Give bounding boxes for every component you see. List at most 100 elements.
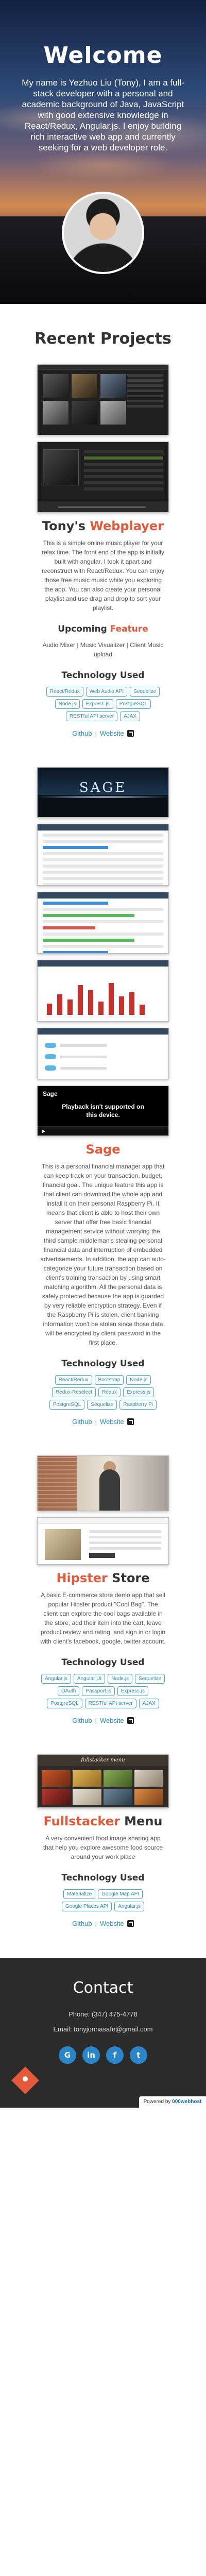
tech-tag: Sequelize bbox=[135, 1674, 165, 1684]
project-title: Hipster Store bbox=[56, 1571, 150, 1585]
tech-tags: Angular.js Angular UI Node.js Sequelize … bbox=[37, 1674, 169, 1708]
technology-title: Technology Used bbox=[61, 1359, 145, 1369]
tech-tag: Redux bbox=[98, 1387, 121, 1397]
github-link[interactable]: Github bbox=[72, 1717, 92, 1724]
tech-tag: AJAX bbox=[120, 711, 141, 721]
sage-screenshot-trends bbox=[37, 960, 169, 1022]
github-link[interactable]: Github bbox=[72, 1418, 92, 1426]
fullstacker-screenshot: fullstacker menu bbox=[37, 1754, 169, 1808]
tech-tag: Node.js bbox=[55, 699, 80, 709]
contact-email[interactable]: Email: tonyjonnasafe@gmail.com bbox=[0, 2025, 206, 2033]
link-separator: | bbox=[95, 730, 97, 737]
project-links: Github | Website bbox=[37, 1717, 169, 1724]
facebook-icon[interactable]: f bbox=[106, 2046, 124, 2064]
external-link-icon[interactable] bbox=[127, 1920, 134, 1927]
hipster-screenshot-hero bbox=[37, 1455, 169, 1511]
tech-tag: Express.js bbox=[82, 699, 113, 709]
git-logo-icon bbox=[11, 2066, 39, 2094]
tech-tags: React/Redux Web Audio API Sequelize Node… bbox=[37, 687, 169, 721]
contact-phone: Phone: (347) 475-4778 bbox=[68, 2010, 138, 2018]
tech-tags: Materialize Google Map API Google Places… bbox=[37, 1889, 169, 1911]
website-link[interactable]: Website bbox=[100, 730, 124, 737]
tech-tag: React/Redux bbox=[55, 1375, 92, 1385]
github-link[interactable]: Github bbox=[72, 730, 92, 737]
upcoming-feature-text: Audio Mixer | Music Visualizer | Client … bbox=[42, 641, 164, 658]
project-description: This is a personal financial manager app… bbox=[40, 1163, 166, 1346]
project-description: This is a simple online music player for… bbox=[41, 539, 165, 612]
hero-title: Welcome bbox=[43, 42, 163, 69]
website-link[interactable]: Website bbox=[100, 1920, 124, 1927]
project-links: Github | Website bbox=[37, 730, 169, 737]
project-webplayer: Tony's Webplayer This is a simple online… bbox=[0, 364, 206, 737]
tech-tag: Redux-Reselect bbox=[52, 1387, 96, 1397]
contact-footer: Contact Phone: (347) 475-4778 Email: ton… bbox=[0, 1958, 206, 2108]
hero-banner: Welcome My name is Yezhuo Liu (Tony), I … bbox=[0, 0, 206, 304]
project-hipster-store: Hipster Store A basic E-commerce store d… bbox=[0, 1455, 206, 1724]
project-title: Tony's Webplayer bbox=[42, 519, 164, 533]
tech-tag: Sequelize bbox=[130, 687, 160, 697]
link-separator: | bbox=[95, 1717, 97, 1724]
tech-tag: Express.js bbox=[123, 1387, 154, 1397]
external-link-icon[interactable] bbox=[127, 730, 134, 737]
tech-tag: PostgreSQL bbox=[47, 1699, 82, 1708]
external-link-icon[interactable] bbox=[127, 1418, 134, 1425]
video-unsupported-message: Playback isn't supported on this device. bbox=[62, 1103, 144, 1118]
github-icon[interactable]: G bbox=[59, 2046, 76, 2064]
tech-tag: React/Redux bbox=[46, 687, 83, 697]
tech-tags: React/Redux Bootstrap Node.js Redux-Rese… bbox=[37, 1375, 169, 1410]
sage-screenshot-budget bbox=[37, 892, 169, 954]
linkedin-icon[interactable]: in bbox=[82, 2046, 100, 2064]
tech-tag: PostgreSQL bbox=[115, 699, 151, 709]
tech-tag: Angular.js bbox=[114, 1902, 145, 1911]
link-separator: | bbox=[95, 1920, 97, 1927]
tech-tag: Angular.js bbox=[41, 1674, 71, 1684]
project-fullstacker-menu: fullstacker menu Fullstacker Menu A very… bbox=[0, 1754, 206, 1927]
project-description: A basic E-commerce store demo app that s… bbox=[40, 1591, 166, 1645]
project-title: Sage bbox=[85, 1142, 121, 1157]
tech-tag: Google Map API bbox=[98, 1889, 143, 1899]
sage-video-player[interactable]: Sage Playback isn't supported on this de… bbox=[37, 1086, 169, 1136]
github-link[interactable]: Github bbox=[72, 1920, 92, 1927]
avatar bbox=[62, 192, 144, 274]
technology-title: Technology Used bbox=[61, 1873, 145, 1883]
sage-screenshot-settings bbox=[37, 1028, 169, 1079]
tech-tag: Raspberry Pi bbox=[119, 1400, 157, 1410]
upcoming-feature-title: Upcoming Feature bbox=[58, 624, 148, 634]
project-links: Github | Website bbox=[37, 1920, 169, 1927]
hero-intro: My name is Yezhuo Liu (Tony), I am a ful… bbox=[22, 78, 184, 152]
video-title: Sage bbox=[43, 1090, 58, 1097]
tech-tag: Node.js bbox=[108, 1674, 133, 1684]
tech-tag: Express.js bbox=[117, 1686, 148, 1696]
tech-tag: RESTful API server bbox=[65, 711, 118, 721]
tech-tag: Sequelize bbox=[87, 1400, 117, 1410]
tech-tag: AJAX bbox=[139, 1699, 159, 1708]
contact-title: Contact bbox=[73, 1979, 133, 1997]
website-link[interactable]: Website bbox=[100, 1418, 124, 1426]
tech-tag: Angular UI bbox=[73, 1674, 106, 1684]
website-link[interactable]: Website bbox=[100, 1717, 124, 1724]
sage-logo: SAGE bbox=[79, 780, 127, 795]
hipster-screenshot-product bbox=[37, 1517, 169, 1565]
webplayer-screenshot-2 bbox=[37, 442, 169, 513]
sage-screenshot-transactions bbox=[37, 824, 169, 886]
project-links: Github | Website bbox=[37, 1418, 169, 1426]
technology-title: Technology Used bbox=[61, 1657, 145, 1668]
tech-tag: RESTful API server bbox=[84, 1699, 136, 1708]
tech-tag: Materialize bbox=[63, 1889, 96, 1899]
tech-tag: Web Audio API bbox=[85, 687, 128, 697]
project-title: Fullstacker Menu bbox=[43, 1814, 163, 1828]
tech-tag: Google Places API bbox=[61, 1902, 112, 1911]
technology-title: Technology Used bbox=[61, 670, 145, 681]
tech-tag: Passport.js bbox=[82, 1686, 115, 1696]
project-sage: SAGE Sage Playback isn't supported on th… bbox=[0, 767, 206, 1426]
sage-screenshot-logo: SAGE bbox=[37, 767, 169, 818]
twitter-icon[interactable]: t bbox=[130, 2046, 147, 2064]
video-control-bar[interactable] bbox=[38, 1126, 168, 1136]
section-title: Recent Projects bbox=[35, 330, 171, 348]
webplayer-screenshot-1 bbox=[37, 364, 169, 435]
tech-tag: OAuth bbox=[58, 1686, 80, 1696]
link-separator: | bbox=[95, 1418, 97, 1426]
external-link-icon[interactable] bbox=[127, 1717, 134, 1724]
hosting-badge[interactable]: Powered by 000webhost bbox=[139, 2096, 206, 2108]
tech-tag: Bootstrap bbox=[94, 1375, 124, 1385]
